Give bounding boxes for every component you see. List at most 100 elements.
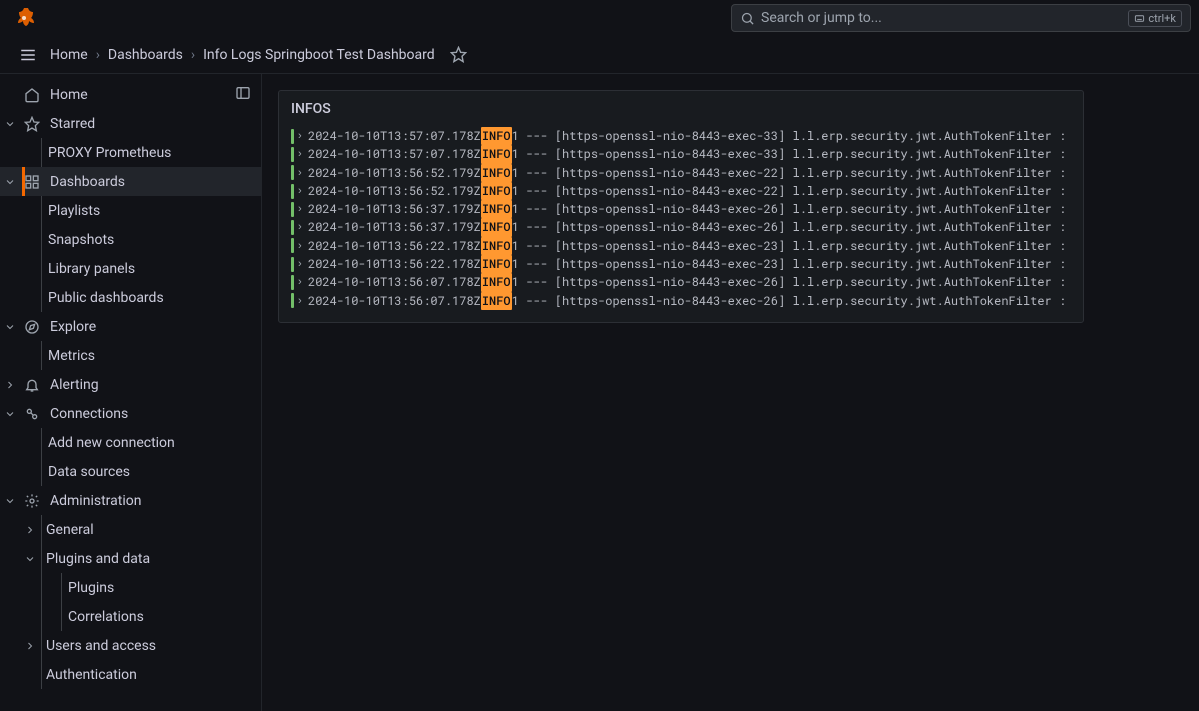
chevron-down-icon [0,495,20,507]
breadcrumb: Home › Dashboards › Info Logs Springboot… [50,47,435,63]
log-line[interactable]: › 2024-10-10T13:56:22.178Z INFO 1 --- [h… [291,237,1071,255]
log-timestamp: 2024-10-10T13:56:07.178Z [308,292,481,310]
level-bar [291,257,294,272]
log-list: › 2024-10-10T13:57:07.178Z INFO 1 --- [h… [291,127,1071,310]
log-line[interactable]: › 2024-10-10T13:56:07.178Z INFO 1 --- [h… [291,292,1071,310]
level-bar [291,147,294,162]
chevron-right-icon [20,640,40,652]
log-timestamp: 2024-10-10T13:57:07.178Z [308,145,481,163]
log-timestamp: 2024-10-10T13:56:22.178Z [308,255,481,273]
level-bar [291,165,294,180]
sidebar-item-administration[interactable]: Administration [0,486,261,515]
sidebar-item-correlations[interactable]: Correlations [0,602,261,631]
plug-icon [20,406,44,422]
gear-icon [20,493,44,509]
log-level-badge: INFO [481,145,512,163]
expand-chevron-icon[interactable]: › [298,273,308,291]
compass-icon [20,319,44,335]
log-message: 1 --- [https-openssl-nio-8443-exec-26] l… [512,292,1071,310]
expand-chevron-icon[interactable]: › [298,164,308,182]
sidebar-item-metrics[interactable]: Metrics [0,341,261,370]
log-level-badge: INFO [481,200,512,218]
chevron-right-icon [0,379,20,391]
level-bar [291,202,294,217]
sidebar-item-home[interactable]: Home [0,80,261,109]
bell-icon [20,377,44,393]
sidebar-item-connections[interactable]: Connections [0,399,261,428]
keyboard-icon [1134,13,1145,24]
sidebar-item-alerting[interactable]: Alerting [0,370,261,399]
home-icon [20,87,44,103]
log-message: 1 --- [https-openssl-nio-8443-exec-26] l… [512,218,1071,236]
sidebar-item-library-panels[interactable]: Library panels [0,254,261,283]
search-placeholder: Search or jump to... [761,10,1128,26]
log-message: 1 --- [https-openssl-nio-8443-exec-22] l… [512,182,1071,200]
log-message: 1 --- [https-openssl-nio-8443-exec-33] l… [512,127,1071,145]
sidebar-item-authentication[interactable]: Authentication [0,660,261,689]
log-line[interactable]: › 2024-10-10T13:56:52.179Z INFO 1 --- [h… [291,182,1071,200]
sidebar-item-public-dashboards[interactable]: Public dashboards [0,283,261,312]
chevron-down-icon [0,321,20,333]
expand-chevron-icon[interactable]: › [298,237,308,255]
level-bar [291,275,294,290]
sidebar-item-snapshots[interactable]: Snapshots [0,225,261,254]
chevron-down-icon [0,408,20,420]
log-level-badge: INFO [481,292,512,310]
log-line[interactable]: › 2024-10-10T13:56:37.179Z INFO 1 --- [h… [291,200,1071,218]
log-message: 1 --- [https-openssl-nio-8443-exec-26] l… [512,200,1071,218]
sidebar-item-admin-general[interactable]: General [0,515,261,544]
sidebar-item-proxy-prometheus[interactable]: PROXY Prometheus [0,138,261,167]
chevron-right-icon [20,524,40,536]
sidebar-item-starred[interactable]: Starred [0,109,261,138]
log-line[interactable]: › 2024-10-10T13:56:52.179Z INFO 1 --- [h… [291,164,1071,182]
log-timestamp: 2024-10-10T13:56:52.179Z [308,182,481,200]
sidebar-item-explore[interactable]: Explore [0,312,261,341]
expand-chevron-icon[interactable]: › [298,255,308,273]
log-line[interactable]: › 2024-10-10T13:57:07.178Z INFO 1 --- [h… [291,127,1071,145]
sidebar-item-admin-plugins-data[interactable]: Plugins and data [0,544,261,573]
log-line[interactable]: › 2024-10-10T13:56:37.179Z INFO 1 --- [h… [291,218,1071,236]
log-level-badge: INFO [481,218,512,236]
top-bar: Search or jump to... ctrl+k [0,0,1199,36]
breadcrumb-home[interactable]: Home [50,47,88,63]
log-level-badge: INFO [481,273,512,291]
sidebar-item-users-access[interactable]: Users and access [0,631,261,660]
star-button[interactable] [445,41,473,69]
log-level-badge: INFO [481,164,512,182]
log-timestamp: 2024-10-10T13:56:07.178Z [308,273,481,291]
expand-chevron-icon[interactable]: › [298,182,308,200]
sidebar-nav: Home Starred PROXY Prometheus Dashboards… [0,74,262,711]
sidebar-item-data-sources[interactable]: Data sources [0,457,261,486]
sidebar-item-plugins[interactable]: Plugins [0,573,261,602]
log-timestamp: 2024-10-10T13:57:07.178Z [308,127,481,145]
expand-chevron-icon[interactable]: › [298,145,308,163]
sidebar-item-dashboards[interactable]: Dashboards [0,167,261,196]
log-line[interactable]: › 2024-10-10T13:56:22.178Z INFO 1 --- [h… [291,255,1071,273]
expand-chevron-icon[interactable]: › [298,200,308,218]
kbd-shortcut: ctrl+k [1128,10,1182,27]
log-timestamp: 2024-10-10T13:56:37.179Z [308,218,481,236]
level-bar [291,293,294,308]
sidebar-item-playlists[interactable]: Playlists [0,196,261,225]
chevron-down-icon [20,553,40,565]
panel-infos[interactable]: INFOS › 2024-10-10T13:57:07.178Z INFO 1 … [278,90,1084,323]
level-bar [291,238,294,253]
log-timestamp: 2024-10-10T13:56:37.179Z [308,200,481,218]
panel-title: INFOS [291,101,1071,117]
page-header: Home › Dashboards › Info Logs Springboot… [0,36,1199,74]
log-line[interactable]: › 2024-10-10T13:56:07.178Z INFO 1 --- [h… [291,273,1071,291]
dock-icon[interactable] [235,85,251,105]
expand-chevron-icon[interactable]: › [298,292,308,310]
log-level-badge: INFO [481,127,512,145]
log-timestamp: 2024-10-10T13:56:22.178Z [308,237,481,255]
log-level-badge: INFO [481,182,512,200]
menu-toggle-button[interactable] [12,39,44,71]
grafana-logo-icon[interactable] [12,6,36,30]
breadcrumb-dashboards[interactable]: Dashboards [108,47,183,63]
chevron-down-icon [0,176,20,188]
expand-chevron-icon[interactable]: › [298,218,308,236]
expand-chevron-icon[interactable]: › [298,127,308,145]
search-input[interactable]: Search or jump to... ctrl+k [731,4,1191,32]
sidebar-item-add-connection[interactable]: Add new connection [0,428,261,457]
log-line[interactable]: › 2024-10-10T13:57:07.178Z INFO 1 --- [h… [291,145,1071,163]
